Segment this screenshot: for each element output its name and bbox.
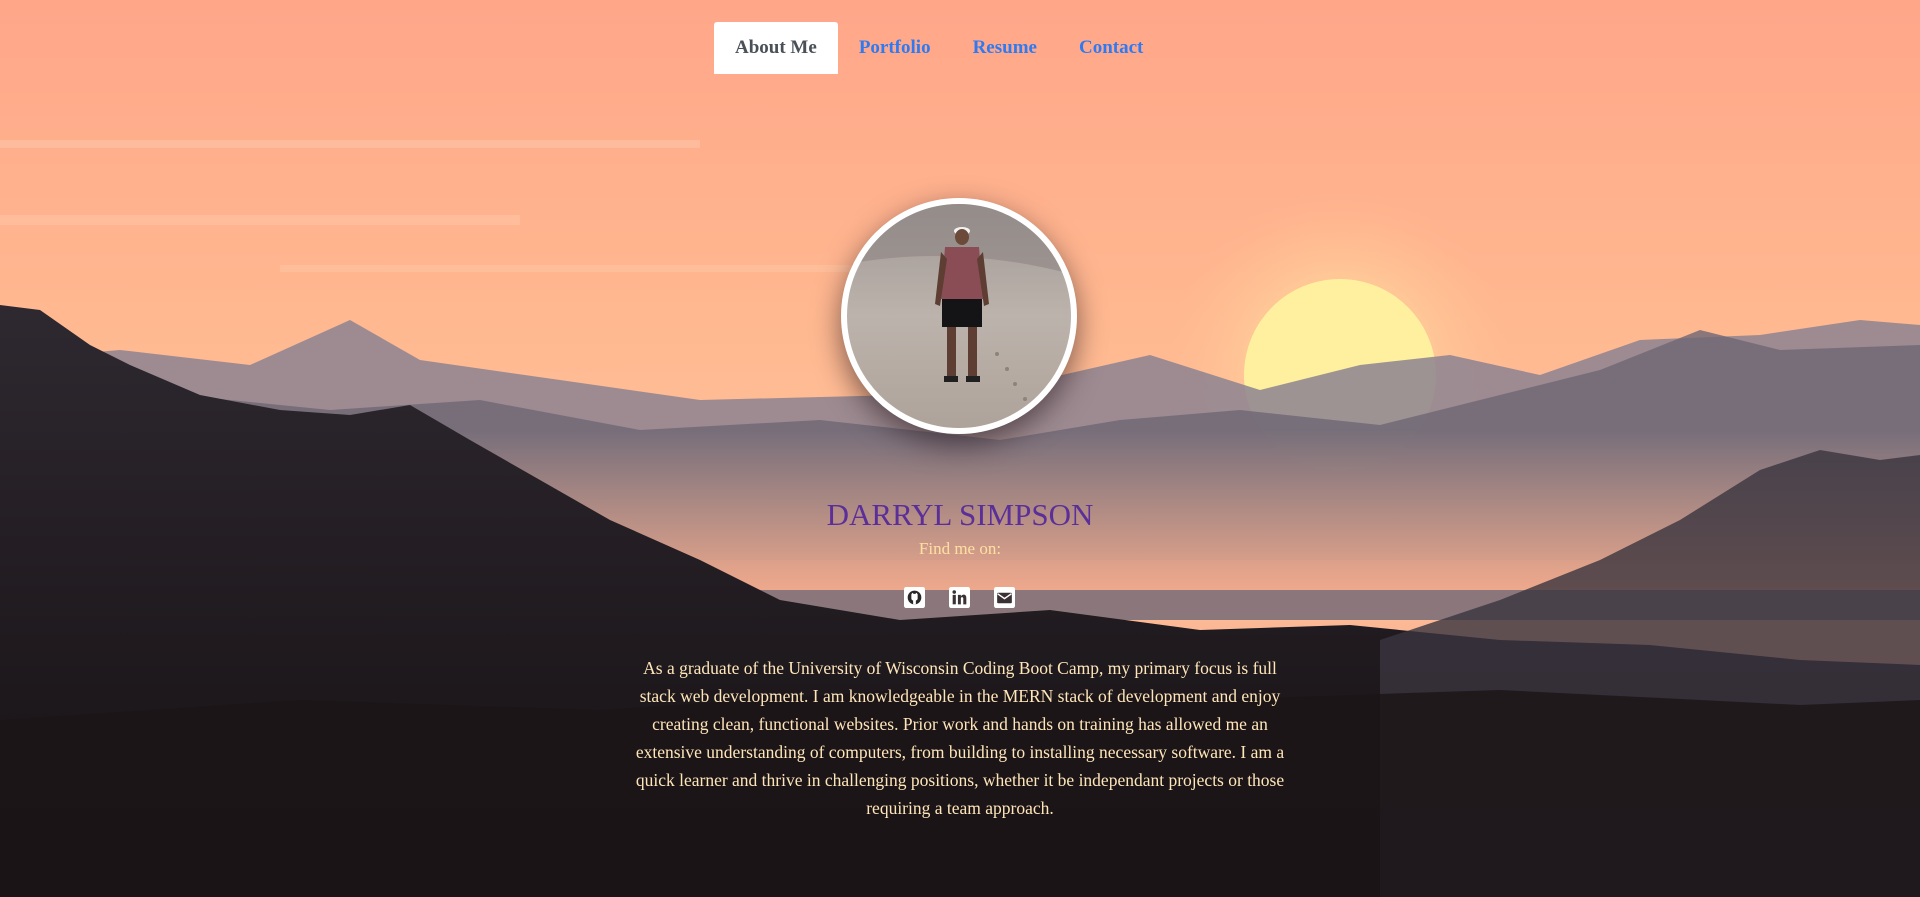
profile-photo — [847, 204, 1071, 428]
bio-paragraph: As a graduate of the University of Wisco… — [635, 657, 1285, 818]
github-icon[interactable] — [904, 587, 925, 608]
social-links — [904, 587, 1015, 608]
profile-avatar — [841, 198, 1077, 434]
nav-tab-contact[interactable]: Contact — [1058, 22, 1164, 74]
nav-tab-resume[interactable]: Resume — [952, 22, 1058, 74]
top-nav: About Me Portfolio Resume Contact — [714, 22, 1164, 74]
nav-tab-about-me[interactable]: About Me — [714, 22, 838, 74]
linkedin-icon[interactable] — [949, 587, 970, 608]
envelope-icon[interactable] — [994, 587, 1015, 608]
find-me-label: Find me on: — [918, 539, 1002, 558]
nav-tab-portfolio[interactable]: Portfolio — [838, 22, 952, 74]
profile-name: DARRYL SIMPSON — [826, 497, 1094, 532]
